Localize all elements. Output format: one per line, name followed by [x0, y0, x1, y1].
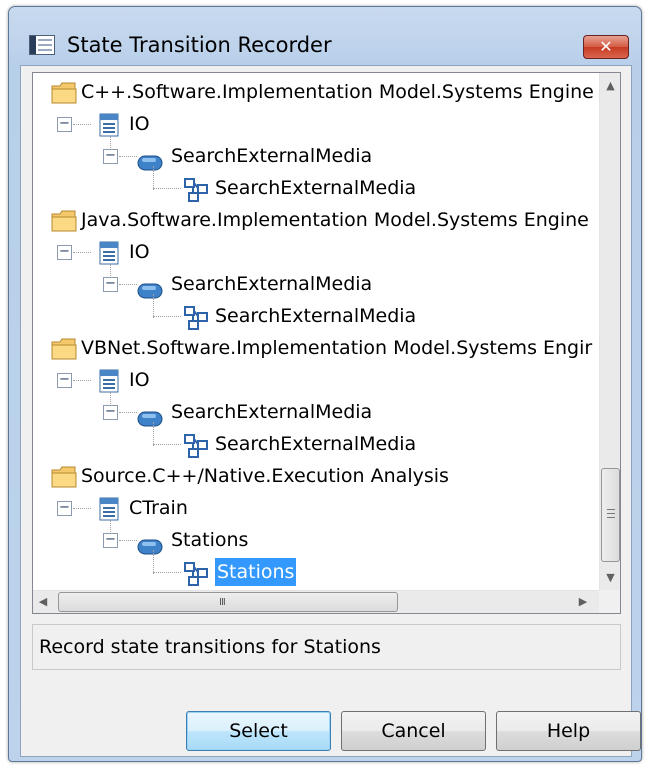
scroll-down-arrow-icon[interactable]: ▼ [600, 567, 620, 588]
grip-line [607, 513, 615, 514]
dialog-client-area: C++.Software.Implementation Model.System… [20, 65, 641, 757]
state-label: SearchExternalMedia [171, 145, 373, 167]
class-label: IO [129, 241, 150, 263]
tree-connector [153, 294, 154, 318]
state-label: SearchExternalMedia [171, 273, 373, 295]
description-text: Record state transitions for Stations [39, 636, 381, 658]
tree-connector [73, 252, 91, 253]
horizontal-scroll-thumb[interactable]: III [58, 592, 398, 612]
tree-connector [73, 508, 91, 509]
class-icon [99, 241, 119, 265]
tree-connector [119, 540, 137, 541]
collapse-toggle-icon[interactable]: − [57, 373, 72, 388]
grip-line [607, 509, 615, 510]
tree-connector [153, 444, 181, 445]
class-icon [99, 369, 119, 393]
state-machine-icon [137, 277, 163, 299]
folder-icon [51, 210, 77, 232]
state-diagram-icon [183, 433, 209, 459]
tree-view[interactable]: C++.Software.Implementation Model.System… [33, 73, 599, 590]
tree-row-folder[interactable]: Source.C++/Native.Execution Analysis [33, 460, 599, 492]
scrollbar-corner [599, 590, 620, 613]
tree-connector [119, 412, 137, 413]
scroll-left-arrow-icon[interactable]: ◀ [33, 591, 53, 612]
folder-icon [51, 82, 77, 104]
state-label: Stations [171, 529, 249, 551]
tree-row-folder[interactable]: Java.Software.Implementation Model.Syste… [33, 204, 599, 236]
scroll-right-arrow-icon[interactable]: ▶ [573, 591, 593, 612]
description-bar: Record state transitions for Stations [32, 624, 621, 670]
tree-connector [153, 188, 181, 189]
tree-connector [119, 284, 137, 285]
tree-panel: C++.Software.Implementation Model.System… [32, 72, 621, 614]
collapse-toggle-icon[interactable]: − [103, 149, 118, 164]
state-machine-icon [137, 149, 163, 171]
tree-connector [73, 380, 91, 381]
class-label: IO [129, 113, 150, 135]
close-button[interactable]: ✕ [583, 35, 629, 59]
state-diagram-icon [183, 177, 209, 203]
class-label: IO [129, 369, 150, 391]
state-machine-icon [137, 405, 163, 427]
app-window-icon [29, 35, 55, 55]
collapse-toggle-icon[interactable]: − [103, 533, 118, 548]
window-title: State Transition Recorder [67, 33, 332, 57]
grip-line [607, 517, 615, 518]
state-label: SearchExternalMedia [171, 401, 373, 423]
class-icon [99, 497, 119, 521]
tree-connector [73, 124, 91, 125]
diagram-label: SearchExternalMedia [215, 433, 417, 455]
vertical-scrollbar[interactable]: ▲ ▼ [599, 73, 620, 590]
folder-label: C++.Software.Implementation Model.System… [81, 81, 594, 103]
tree-connector [153, 166, 154, 190]
collapse-toggle-icon[interactable]: − [103, 405, 118, 420]
collapse-toggle-icon[interactable]: − [57, 501, 72, 516]
vertical-scroll-thumb[interactable] [601, 468, 620, 562]
state-machine-icon [137, 533, 163, 555]
class-icon [99, 113, 119, 137]
folder-label: Source.C++/Native.Execution Analysis [81, 465, 449, 487]
collapse-toggle-icon[interactable]: − [103, 277, 118, 292]
tree-connector [153, 572, 181, 573]
tree-connector [119, 156, 137, 157]
cancel-button[interactable]: Cancel [341, 711, 486, 751]
select-button[interactable]: Select [186, 711, 331, 751]
tree-connector [153, 550, 154, 574]
scroll-up-arrow-icon[interactable]: ▲ [600, 75, 620, 96]
collapse-toggle-icon[interactable]: − [57, 245, 72, 260]
horizontal-grip: III [219, 597, 226, 608]
diagram-label: SearchExternalMedia [215, 305, 417, 327]
state-diagram-icon [183, 305, 209, 331]
diagram-label-selected: Stations [215, 558, 297, 586]
folder-label: VBNet.Software.Implementation Model.Syst… [81, 337, 593, 359]
folder-icon [51, 338, 77, 360]
state-diagram-icon [183, 561, 209, 587]
horizontal-scrollbar[interactable]: ◀ III ▶ [33, 590, 599, 613]
tree-connector [153, 316, 181, 317]
tree-row-folder[interactable]: C++.Software.Implementation Model.System… [33, 76, 599, 108]
folder-icon [51, 466, 77, 488]
diagram-label: SearchExternalMedia [215, 177, 417, 199]
tree-connector [153, 422, 154, 446]
tree-row-folder[interactable]: VBNet.Software.Implementation Model.Syst… [33, 332, 599, 364]
folder-label: Java.Software.Implementation Model.Syste… [81, 209, 589, 231]
collapse-toggle-icon[interactable]: − [57, 117, 72, 132]
class-label: CTrain [129, 497, 188, 519]
help-button[interactable]: Help [496, 711, 641, 751]
title-bar[interactable]: State Transition Recorder ✕ [9, 7, 641, 59]
dialog-window: State Transition Recorder ✕ C++.Software… [8, 6, 642, 762]
